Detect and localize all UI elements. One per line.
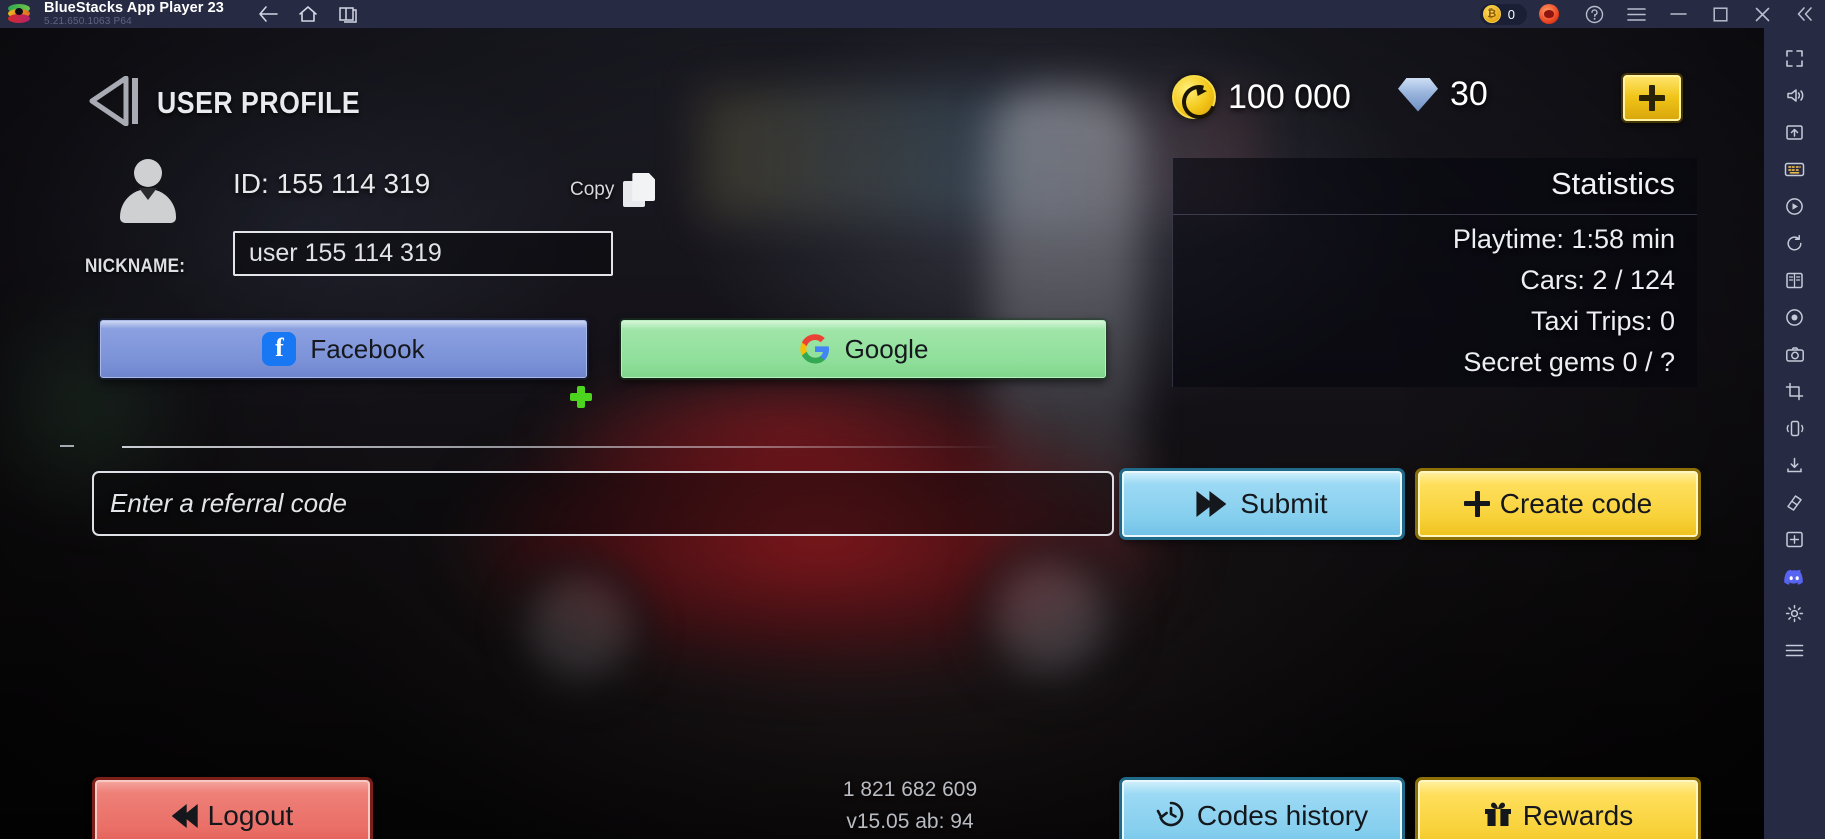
camera-icon[interactable] — [1764, 336, 1825, 373]
collapse-icon[interactable] — [1783, 0, 1825, 28]
facebook-label: Facebook — [310, 333, 425, 364]
title-bar: BlueStacks App Player 23 5.21.650.1063 P… — [0, 0, 1825, 28]
user-id: ID: 155 114 319 — [233, 168, 431, 199]
rotate-icon[interactable] — [1764, 225, 1825, 262]
title-text-block: BlueStacks App Player 23 5.21.650.1063 P… — [44, 1, 224, 28]
bluestacks-points-icon[interactable] — [1539, 4, 1559, 24]
gem-value: 30 — [1450, 75, 1488, 113]
logout-label: Logout — [207, 800, 294, 831]
titlebar-right-group: ₿ 0 — [1479, 0, 1825, 28]
bluestacks-window: BlueStacks App Player 23 5.21.650.1063 P… — [0, 0, 1825, 839]
shake-icon[interactable] — [1764, 410, 1825, 447]
coin-value: 100 000 — [1228, 77, 1351, 116]
profile-header: USER PROFILE 100 000 30 — [0, 28, 1764, 136]
back-button[interactable] — [88, 75, 146, 127]
game-guide-icon[interactable] — [1764, 262, 1825, 299]
volume-icon[interactable] — [1764, 77, 1825, 114]
stat-playtime: Playtime: 1:58 min — [1452, 224, 1675, 254]
page-title: USER PROFILE — [157, 85, 361, 120]
codes-history-button[interactable]: Codes history — [1122, 780, 1402, 839]
bluestacks-coin-badge[interactable]: ₿ 0 — [1479, 3, 1527, 25]
diamond-icon — [1398, 77, 1438, 112]
copy-icon — [623, 173, 656, 207]
create-code-label: Create code — [1499, 488, 1653, 519]
nickname-label: NICKNAME: — [85, 256, 186, 277]
minimize-icon[interactable] — [1657, 0, 1699, 28]
statistics-title: Statistics — [1550, 166, 1675, 201]
add-currency-button[interactable] — [1623, 75, 1681, 121]
game-viewport: USER PROFILE 100 000 30 NICKNAME: ID: 15… — [0, 28, 1764, 839]
fast-forward-icon — [1196, 491, 1228, 517]
statistics-divider — [1173, 214, 1697, 215]
maximize-icon[interactable] — [1699, 0, 1741, 28]
google-label: Google — [844, 333, 929, 364]
help-icon[interactable] — [1573, 0, 1615, 28]
more-icon[interactable] — [1764, 521, 1825, 558]
app-version: 5.21.650.1063 P64 — [44, 16, 132, 28]
back-icon[interactable] — [258, 5, 278, 23]
submit-button[interactable]: Submit — [1122, 471, 1402, 537]
create-code-button[interactable]: Create code — [1418, 471, 1698, 537]
close-icon[interactable] — [1741, 0, 1783, 28]
crop-icon[interactable] — [1764, 373, 1825, 410]
copy-label: Copy — [570, 179, 615, 200]
stat-taxi-trips: Taxi Trips: 0 — [1530, 306, 1675, 336]
screenshot-icon[interactable] — [1764, 114, 1825, 151]
submit-label: Submit — [1240, 488, 1328, 519]
section-divider — [122, 446, 1002, 448]
build-version: v15.05 ab: 94 — [846, 810, 974, 833]
bluestacks-logo-icon — [6, 1, 32, 27]
copy-id-button[interactable]: Copy — [570, 173, 656, 207]
eraser-icon[interactable] — [1764, 484, 1825, 521]
statistics-panel: Statistics Playtime: 1:58 min Cars: 2 / … — [1172, 158, 1697, 387]
bluestacks-sidebar — [1764, 28, 1825, 839]
multi-instance-icon[interactable] — [338, 5, 358, 23]
nickname-input[interactable]: user 155 114 319 — [233, 231, 613, 276]
fullscreen-icon[interactable] — [1764, 40, 1825, 77]
coin-count: 0 — [1507, 6, 1515, 22]
menu-more-icon[interactable] — [1764, 632, 1825, 669]
google-icon — [799, 333, 831, 365]
divider-dash — [60, 445, 74, 447]
coin-balance: 100 000 — [1172, 75, 1351, 119]
rewards-button[interactable]: Rewards — [1418, 780, 1698, 839]
build-info: 1 821 682 609 v15.05 ab: 94 — [790, 778, 1030, 834]
avatar — [117, 159, 179, 223]
macro-icon[interactable] — [1764, 299, 1825, 336]
cursor-crosshair-icon — [570, 386, 592, 408]
gift-icon — [1483, 800, 1513, 833]
app-title: BlueStacks App Player 23 — [44, 0, 224, 16]
rewards-label: Rewards — [1522, 800, 1634, 831]
home-icon[interactable] — [298, 5, 318, 23]
rewind-icon — [171, 804, 198, 828]
history-clock-icon — [1156, 799, 1186, 834]
titlebar-nav-group — [258, 5, 358, 23]
stat-secret-gems: Secret gems 0 / ? — [1463, 347, 1675, 377]
gem-balance: 30 — [1398, 75, 1488, 114]
facebook-icon: f — [262, 332, 297, 366]
install-apk-icon[interactable] — [1764, 447, 1825, 484]
referral-placeholder: Enter a referral code — [110, 488, 348, 518]
stat-cars: Cars: 2 / 124 — [1520, 265, 1675, 295]
coin-icon: ₿ — [1482, 5, 1501, 23]
keymapping-icon[interactable] — [1764, 151, 1825, 188]
background-image — [0, 28, 1764, 839]
codes-history-label: Codes history — [1196, 800, 1369, 831]
statistics-list: Playtime: 1:58 min Cars: 2 / 124 Taxi Tr… — [1453, 224, 1675, 378]
referral-code-input[interactable]: Enter a referral code — [92, 471, 1114, 536]
nickname-value: user 155 114 319 — [249, 239, 442, 267]
logout-button[interactable]: Logout — [95, 780, 370, 839]
build-number: 1 821 682 609 — [842, 778, 978, 801]
facebook-login-button[interactable]: f Facebook — [100, 320, 587, 378]
menu-icon[interactable] — [1615, 0, 1657, 28]
settings-icon[interactable] — [1764, 595, 1825, 632]
record-icon[interactable] — [1764, 188, 1825, 225]
coin-icon — [1172, 75, 1216, 119]
plus-icon — [1463, 491, 1490, 517]
google-login-button[interactable]: Google — [621, 320, 1106, 378]
discord-icon[interactable] — [1764, 558, 1825, 595]
plus-icon — [1639, 85, 1665, 111]
